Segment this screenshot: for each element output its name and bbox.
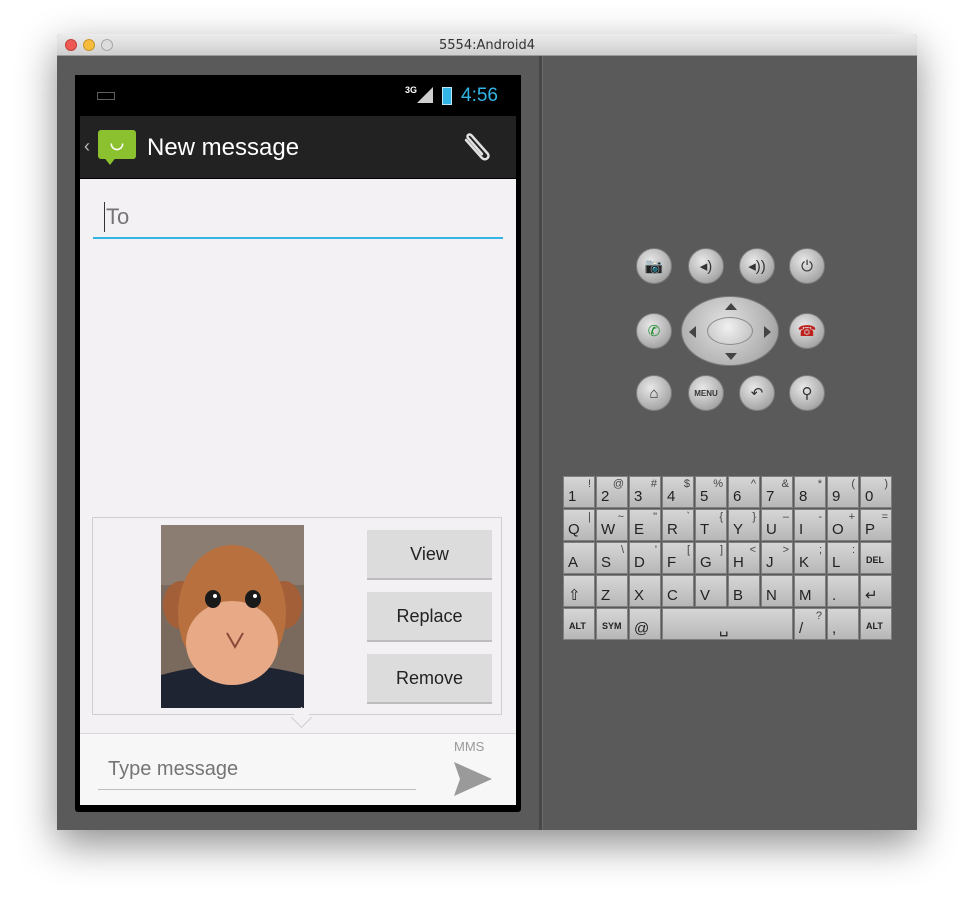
key[interactable]: P = bbox=[860, 509, 892, 541]
key[interactable]: Y} bbox=[728, 509, 760, 541]
enter-key[interactable]: ↵ bbox=[860, 575, 892, 607]
panel-pointer bbox=[290, 706, 313, 729]
keyboard-notification-icon bbox=[97, 92, 115, 100]
message-input[interactable] bbox=[98, 750, 416, 790]
call-icon[interactable]: ✆ bbox=[636, 313, 672, 349]
status-bar: 3G 4:56 bbox=[75, 75, 521, 115]
dpad-center-button[interactable] bbox=[707, 317, 753, 345]
sym-key[interactable]: SYM bbox=[596, 608, 628, 640]
key[interactable]: E " bbox=[629, 509, 661, 541]
delete-key[interactable]: DEL bbox=[860, 542, 892, 574]
key[interactable]: A bbox=[563, 542, 595, 574]
attachment-panel: View Replace Remove bbox=[92, 517, 502, 729]
key[interactable]: O + bbox=[827, 509, 859, 541]
mms-indicator: MMS bbox=[454, 739, 485, 754]
volume-down-icon[interactable]: ◂) bbox=[688, 248, 724, 284]
key[interactable]: 1! bbox=[563, 476, 595, 508]
alt-key-right[interactable]: ALT bbox=[860, 608, 892, 640]
network-type: 3G bbox=[405, 85, 418, 95]
key[interactable]: U – bbox=[761, 509, 793, 541]
key[interactable]: C bbox=[662, 575, 694, 607]
key[interactable]: 7 & bbox=[761, 476, 793, 508]
dpad-up-icon[interactable] bbox=[725, 303, 737, 310]
window-titlebar: 5554:Android4 bbox=[57, 34, 917, 56]
recipient-input[interactable] bbox=[106, 203, 486, 231]
volume-up-icon[interactable]: ◂)) bbox=[739, 248, 775, 284]
messaging-app-icon[interactable]: ◡ bbox=[98, 130, 136, 165]
key[interactable]: F[ bbox=[662, 542, 694, 574]
key[interactable]: X bbox=[629, 575, 661, 607]
dpad[interactable] bbox=[681, 296, 779, 366]
key[interactable]: 8 * bbox=[794, 476, 826, 508]
key[interactable]: Q | bbox=[563, 509, 595, 541]
device-screen: 3G 4:56 ‹ ◡ New message To View Replace … bbox=[75, 75, 521, 812]
attachment-photo[interactable] bbox=[161, 525, 304, 708]
back-icon[interactable]: ↶ bbox=[739, 375, 775, 411]
dpad-down-icon[interactable] bbox=[725, 353, 737, 360]
key[interactable]: T{ bbox=[695, 509, 727, 541]
alt-key-left[interactable]: ALT bbox=[563, 608, 595, 640]
key[interactable]: V bbox=[695, 575, 727, 607]
send-icon[interactable] bbox=[452, 760, 494, 798]
space-key[interactable]: ␣ bbox=[662, 608, 793, 640]
end-call-icon[interactable]: ☎ bbox=[789, 313, 825, 349]
action-bar: ‹ ◡ New message bbox=[80, 116, 516, 178]
power-icon[interactable]: ⏻ bbox=[789, 248, 825, 284]
shift-key[interactable]: ⇧ bbox=[563, 575, 595, 607]
key[interactable]: S \ bbox=[596, 542, 628, 574]
key[interactable]: , bbox=[827, 608, 859, 640]
remove-button[interactable]: Remove bbox=[367, 654, 492, 704]
key[interactable]: 9( bbox=[827, 476, 859, 508]
emulator-window: 5554:Android4 3G 4:56 ‹ ◡ New message To… bbox=[57, 34, 917, 830]
key[interactable]: M bbox=[794, 575, 826, 607]
key[interactable]: R ` bbox=[662, 509, 694, 541]
battery-charging-icon bbox=[442, 87, 452, 105]
key[interactable]: D ' bbox=[629, 542, 661, 574]
key[interactable]: I- bbox=[794, 509, 826, 541]
menu-icon[interactable]: MENU bbox=[688, 375, 724, 411]
key[interactable]: H < bbox=[728, 542, 760, 574]
key[interactable]: W ~ bbox=[596, 509, 628, 541]
view-button[interactable]: View bbox=[367, 530, 492, 580]
paperclip-icon[interactable] bbox=[460, 130, 496, 162]
dpad-right-icon[interactable] bbox=[764, 326, 771, 338]
compose-bar: MMS bbox=[80, 733, 516, 805]
dpad-left-icon[interactable] bbox=[689, 326, 696, 338]
key[interactable]: G] bbox=[695, 542, 727, 574]
home-icon[interactable]: ⌂ bbox=[636, 375, 672, 411]
signal-strength-icon bbox=[417, 87, 433, 103]
key[interactable]: 0) bbox=[860, 476, 892, 508]
up-navigation-icon[interactable]: ‹ bbox=[84, 136, 90, 157]
panel-divider bbox=[539, 56, 543, 830]
compose-area: View Replace Remove MMS bbox=[80, 179, 516, 805]
window-title: 5554:Android4 bbox=[439, 38, 535, 53]
key[interactable]: J > bbox=[761, 542, 793, 574]
status-clock: 4:56 bbox=[461, 85, 498, 106]
to-field[interactable] bbox=[93, 199, 503, 239]
key[interactable]: . bbox=[827, 575, 859, 607]
key[interactable]: N bbox=[761, 575, 793, 607]
replace-button[interactable]: Replace bbox=[367, 592, 492, 642]
text-cursor bbox=[104, 202, 105, 232]
key[interactable]: 3 # bbox=[629, 476, 661, 508]
key[interactable]: 6 ^ bbox=[728, 476, 760, 508]
search-icon[interactable]: ⚲ bbox=[789, 375, 825, 411]
key[interactable]: @ bbox=[629, 608, 661, 640]
key[interactable]: 4 $ bbox=[662, 476, 694, 508]
action-bar-title: New message bbox=[147, 134, 300, 161]
key[interactable]: L: bbox=[827, 542, 859, 574]
camera-icon[interactable]: 📷 bbox=[636, 248, 672, 284]
key[interactable]: 2 @ bbox=[596, 476, 628, 508]
key[interactable]: /? bbox=[794, 608, 826, 640]
key[interactable]: B bbox=[728, 575, 760, 607]
key[interactable]: Z bbox=[596, 575, 628, 607]
key[interactable]: 5% bbox=[695, 476, 727, 508]
key[interactable]: K; bbox=[794, 542, 826, 574]
